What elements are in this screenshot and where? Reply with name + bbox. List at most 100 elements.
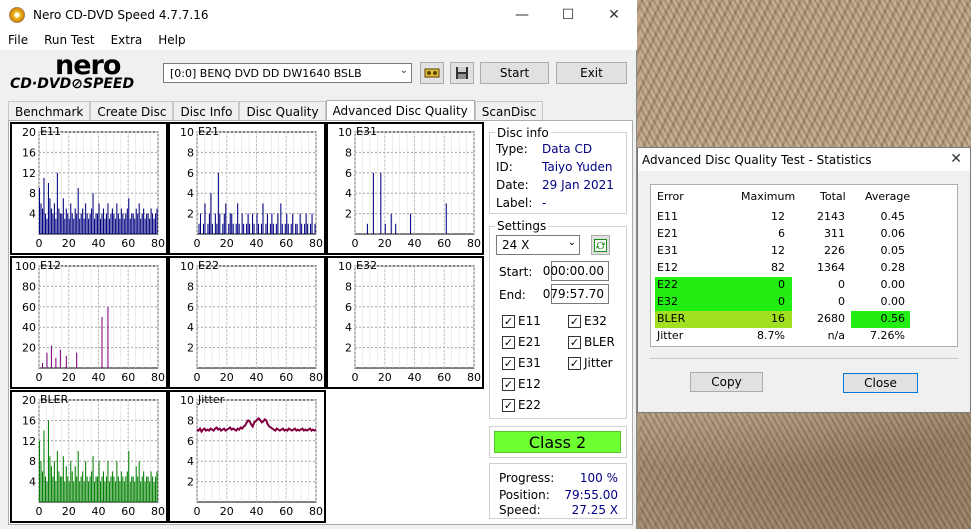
- speed-value: 27.25 X: [571, 503, 618, 517]
- tab-disc-quality[interactable]: Disc Quality: [239, 101, 326, 121]
- bar-e11: [47, 183, 49, 234]
- bar-e21: [266, 213, 268, 234]
- dialog-close-button[interactable]: Close: [843, 373, 918, 393]
- checkbox-e12[interactable]: ✓ E12: [502, 377, 541, 391]
- bar-e21: [243, 223, 245, 234]
- bar-bler: [65, 466, 67, 502]
- y-tick-label: 2: [345, 208, 352, 221]
- checkbox-e31-label: E31: [518, 356, 541, 370]
- tab-scandisc[interactable]: ScanDisc: [474, 101, 544, 121]
- x-tick-label: 40: [92, 237, 106, 250]
- start-time-field[interactable]: 000:00.00: [543, 261, 609, 281]
- checkbox-bler-label: BLER: [584, 335, 615, 349]
- bar-e11: [123, 218, 125, 234]
- menu-help[interactable]: Help: [150, 33, 193, 47]
- bar-e11: [79, 218, 81, 234]
- bar-e11: [62, 198, 64, 234]
- y-tick-label: 60: [22, 301, 36, 314]
- bar-bler: [62, 456, 64, 502]
- drive-info-button[interactable]: [420, 62, 444, 84]
- stat-e31-total: 226: [824, 244, 845, 257]
- bar-e11: [88, 218, 90, 234]
- bar-bler: [79, 481, 81, 502]
- drive-select[interactable]: [0:0] BENQ DVD DD DW1640 BSLB ⌄: [163, 63, 412, 83]
- tab-disc-info[interactable]: Disc Info: [173, 101, 240, 121]
- refresh-speed-button[interactable]: [591, 235, 610, 255]
- checkbox-e21[interactable]: ✓ E21: [502, 335, 541, 349]
- end-time-field[interactable]: 079:57.70: [543, 284, 609, 304]
- close-button[interactable]: ✕: [591, 0, 637, 30]
- dialog-close-icon[interactable]: ✕: [950, 151, 962, 167]
- bar-e11: [128, 198, 130, 234]
- checkbox-e22-label: E22: [518, 398, 541, 412]
- checkbox-e31[interactable]: ✓ E31: [502, 356, 541, 370]
- y-tick-label: 2: [345, 342, 352, 355]
- bar-e21: [246, 223, 248, 234]
- statistics-dialog-title-bar[interactable]: Advanced Disc Quality Test - Statistics …: [638, 148, 970, 171]
- tab-create-disc[interactable]: Create Disc: [90, 101, 174, 121]
- stat-jitter-max: 8.7%: [757, 329, 785, 342]
- bar-e21: [228, 223, 230, 234]
- x-tick-label: 60: [121, 505, 135, 518]
- graph-title: BLER: [40, 393, 69, 406]
- refresh-icon: [594, 238, 607, 252]
- bar-bler: [125, 476, 127, 502]
- bar-e21: [299, 213, 301, 234]
- checkbox-e11[interactable]: ✓ E11: [502, 314, 541, 328]
- maximize-button[interactable]: ☐: [545, 0, 591, 30]
- bar-bler: [152, 476, 154, 502]
- start-button[interactable]: Start: [480, 62, 549, 84]
- bar-bler: [138, 461, 140, 502]
- bar-e11: [67, 213, 69, 234]
- bar-e11: [117, 213, 119, 234]
- bar-e11: [86, 213, 88, 234]
- graph-bler: 20 16 12 8 4 0 20 40 60 80 BLER: [10, 390, 168, 523]
- bar-e11: [91, 208, 93, 234]
- id-value: Taiyo Yuden: [542, 160, 613, 174]
- checkbox-e22[interactable]: ✓ E22: [502, 398, 541, 412]
- checkbox-e32[interactable]: ✓ E32: [568, 314, 607, 328]
- bar-e11: [99, 218, 102, 234]
- copy-button[interactable]: Copy: [690, 372, 763, 392]
- menu-extra[interactable]: Extra: [103, 33, 151, 47]
- bar-e21: [311, 213, 313, 234]
- tab-advanced-disc-quality[interactable]: Advanced Disc Quality: [325, 100, 475, 121]
- x-tick-label: 80: [467, 237, 481, 250]
- minimize-button[interactable]: —: [499, 0, 545, 30]
- exit-button[interactable]: Exit: [556, 62, 627, 84]
- bar-bler: [40, 461, 42, 502]
- bar-e11: [101, 213, 103, 234]
- bar-bler: [141, 476, 143, 502]
- stat-e21-avg: 0.06: [880, 227, 906, 240]
- graph-jitter-svg: 1086420 20 40 60 80Jitter: [180, 393, 323, 518]
- y-tick-label: 8: [345, 280, 352, 293]
- bar-bler: [108, 481, 110, 502]
- y-tick-label: 8: [187, 414, 194, 427]
- bar-bler: [122, 476, 124, 502]
- save-button[interactable]: [450, 62, 474, 84]
- bar-e21: [296, 223, 298, 234]
- checkbox-jitter[interactable]: ✓ Jitter: [568, 356, 613, 370]
- stat-bler-avg: 0.56: [880, 312, 906, 325]
- bar-e11: [64, 218, 66, 234]
- title-bar[interactable]: Nero CD-DVD Speed 4.7.7.16 — ☐ ✕: [0, 0, 637, 30]
- x-tick-label: 80: [151, 237, 165, 250]
- x-tick-label: 20: [220, 371, 234, 384]
- label-value: -: [542, 196, 547, 210]
- x-tick-label: 60: [437, 237, 451, 250]
- stat-e32-name: E32: [657, 295, 678, 308]
- bar-e11: [116, 203, 118, 234]
- bar-e31: [384, 223, 386, 234]
- stat-e22-avg: 0.00: [880, 278, 906, 291]
- menu-file[interactable]: File: [0, 33, 36, 47]
- checkbox-bler[interactable]: ✓ BLER: [568, 335, 615, 349]
- x-tick-label: 40: [250, 237, 264, 250]
- type-value: Data CD: [542, 142, 593, 156]
- bar-bler: [114, 481, 116, 502]
- tab-benchmark[interactable]: Benchmark: [8, 101, 91, 121]
- speed-select[interactable]: 24 X ⌄: [496, 235, 580, 255]
- menu-run-test[interactable]: Run Test: [36, 33, 102, 47]
- bar-e11: [73, 218, 75, 234]
- x-tick-label: 80: [467, 371, 481, 384]
- bar-bler: [105, 476, 107, 502]
